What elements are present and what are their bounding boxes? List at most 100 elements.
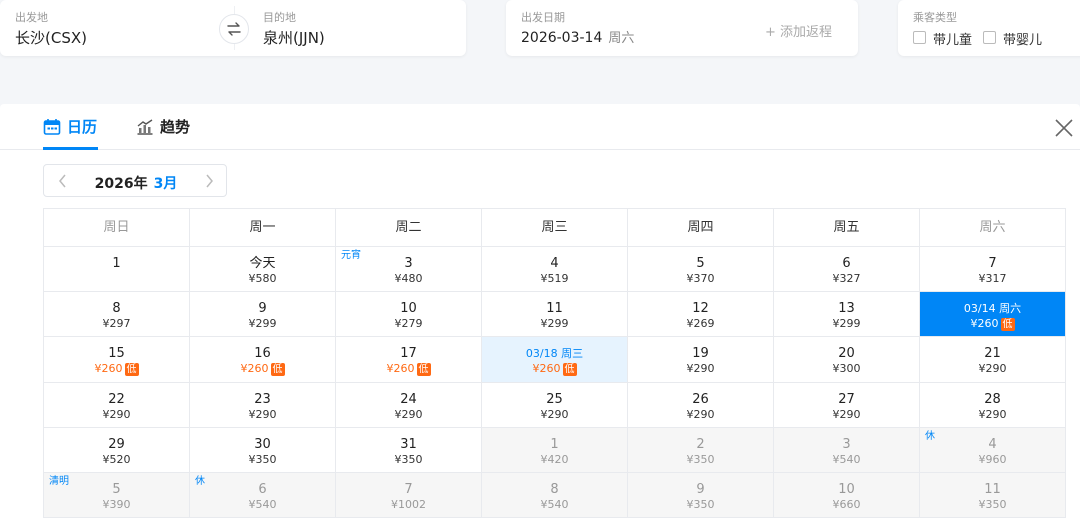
- day-cell[interactable]: 清明 5 ¥390: [44, 472, 190, 519]
- day-cell[interactable]: 今天 ¥580: [190, 247, 336, 293]
- day-cell[interactable]: 20 ¥300: [774, 337, 920, 383]
- calendar-grid: 周日 周一 周二 周三 周四 周五 周六 1 今天 ¥580 元宵 3 ¥480 4 ¥519…: [43, 208, 1066, 519]
- price-text: ¥260: [532, 362, 561, 376]
- day-cell[interactable]: 11 ¥350: [920, 472, 1066, 519]
- low-price-tag: 低: [124, 363, 139, 377]
- day-cell[interactable]: 10 ¥660: [774, 472, 920, 519]
- infant-checkbox[interactable]: [983, 31, 996, 44]
- add-return-button[interactable]: + 添加返程: [765, 21, 832, 40]
- day-cell[interactable]: 休 6 ¥540: [190, 472, 336, 519]
- day-price: ¥260 低: [190, 362, 335, 377]
- day-cell[interactable]: 24 ¥290: [336, 382, 482, 428]
- price-text: ¥300: [832, 362, 861, 376]
- price-text: ¥519: [540, 272, 569, 285]
- swap-button[interactable]: [219, 14, 249, 44]
- day-cell[interactable]: 7 ¥1002: [336, 472, 482, 519]
- hover-date-cell[interactable]: 03/18 周三 ¥260 低: [482, 337, 628, 383]
- day-cell[interactable]: 23 ¥290: [190, 382, 336, 428]
- day-number: 3: [842, 436, 851, 452]
- price-text: ¥350: [686, 452, 715, 466]
- day-cell[interactable]: 4 ¥519: [482, 247, 628, 293]
- day-cell[interactable]: 1 ¥420: [482, 427, 628, 473]
- day-price: ¥480: [336, 272, 481, 286]
- day-price: ¥540: [774, 453, 919, 467]
- day-number: 7: [988, 256, 997, 271]
- day-price: ¥350: [190, 453, 335, 467]
- day-number: 11: [984, 481, 1001, 497]
- child-checkbox[interactable]: [913, 31, 926, 44]
- price-text: ¥580: [248, 272, 277, 285]
- weekday-fri: 周五: [774, 209, 920, 247]
- day-number: 21: [984, 346, 1001, 362]
- day-price: ¥297: [44, 317, 189, 331]
- day-cell[interactable]: 29 ¥520: [44, 427, 190, 473]
- day-number: 12: [692, 301, 709, 317]
- price-text: ¥290: [540, 407, 569, 421]
- price-text: ¥290: [102, 407, 131, 421]
- price-text: ¥350: [978, 497, 1007, 511]
- price-text: ¥520: [102, 452, 131, 466]
- day-cell[interactable]: 22 ¥290: [44, 382, 190, 428]
- day-cell[interactable]: 1: [44, 247, 190, 293]
- day-cell[interactable]: 30 ¥350: [190, 427, 336, 473]
- day-cell[interactable]: 27 ¥290: [774, 382, 920, 428]
- date-field[interactable]: 2026-03-14 周六: [521, 27, 634, 46]
- price-text: ¥260: [240, 362, 269, 376]
- day-cell[interactable]: 12 ¥269: [628, 292, 774, 338]
- day-cell[interactable]: 28 ¥290: [920, 382, 1066, 428]
- day-price: ¥660: [774, 498, 919, 512]
- day-cell[interactable]: 31 ¥350: [336, 427, 482, 473]
- day-number: 9: [696, 481, 705, 497]
- weekday-header: 周日 周一 周二 周三 周四 周五 周六: [44, 209, 1066, 247]
- day-cell[interactable]: 10 ¥279: [336, 292, 482, 338]
- price-text: ¥290: [394, 407, 423, 421]
- price-text: ¥290: [686, 362, 715, 376]
- tab-trend[interactable]: 趋势: [136, 116, 190, 137]
- month-navigator: 2026年 3月: [43, 164, 227, 197]
- day-price: ¥260 低: [336, 362, 481, 377]
- tab-calendar[interactable]: 日历: [43, 116, 97, 137]
- tab-trend-label: 趋势: [160, 118, 191, 136]
- low-price-tag: 低: [1000, 318, 1015, 332]
- day-cell[interactable]: 3 ¥540: [774, 427, 920, 473]
- day-price: ¥370: [628, 272, 773, 286]
- day-cell[interactable]: 13 ¥299: [774, 292, 920, 338]
- day-cell[interactable]: 11 ¥299: [482, 292, 628, 338]
- day-cell[interactable]: 8 ¥540: [482, 472, 628, 519]
- day-number: 2: [696, 436, 705, 452]
- day-cell[interactable]: 2 ¥350: [628, 427, 774, 473]
- price-text: ¥540: [832, 452, 861, 466]
- next-month-button[interactable]: [202, 173, 216, 189]
- day-cell[interactable]: 5 ¥370: [628, 247, 774, 293]
- price-text: ¥279: [394, 317, 423, 331]
- day-cell[interactable]: 25 ¥290: [482, 382, 628, 428]
- close-button[interactable]: [1052, 116, 1076, 140]
- day-price: ¥269: [628, 317, 773, 331]
- day-cell[interactable]: 15 ¥260 低: [44, 337, 190, 383]
- day-cell[interactable]: 16 ¥260 低: [190, 337, 336, 383]
- selected-date-cell[interactable]: 03/14 周六 ¥260 低: [920, 292, 1066, 338]
- day-cell[interactable]: 26 ¥290: [628, 382, 774, 428]
- price-text: ¥299: [248, 317, 277, 331]
- day-number: 10: [838, 481, 855, 497]
- day-cell[interactable]: 休 4 ¥960: [920, 427, 1066, 473]
- day-cell[interactable]: 19 ¥290: [628, 337, 774, 383]
- infant-label: 带婴儿: [1003, 33, 1043, 48]
- day-cell[interactable]: 8 ¥297: [44, 292, 190, 338]
- day-cell[interactable]: 9 ¥350: [628, 472, 774, 519]
- day-cell[interactable]: 17 ¥260 低: [336, 337, 482, 383]
- calendar-week-row: 1 今天 ¥580 元宵 3 ¥480 4 ¥519 5 ¥370 6 ¥327 7 ¥317: [44, 247, 1066, 293]
- price-text: ¥350: [394, 452, 423, 466]
- day-price: ¥260 低: [482, 362, 627, 377]
- to-field[interactable]: 泉州(JJN): [263, 27, 325, 48]
- year-text: 2026年: [94, 176, 148, 192]
- close-icon: [1055, 119, 1073, 137]
- day-cell[interactable]: 元宵 3 ¥480: [336, 247, 482, 293]
- day-cell[interactable]: 21 ¥290: [920, 337, 1066, 383]
- day-cell[interactable]: 7 ¥317: [920, 247, 1066, 293]
- day-cell[interactable]: 9 ¥299: [190, 292, 336, 338]
- day-number: 13: [838, 301, 855, 317]
- day-cell[interactable]: 6 ¥327: [774, 247, 920, 293]
- holiday-badge: 休: [925, 430, 935, 442]
- from-field[interactable]: 长沙(CSX): [15, 27, 87, 48]
